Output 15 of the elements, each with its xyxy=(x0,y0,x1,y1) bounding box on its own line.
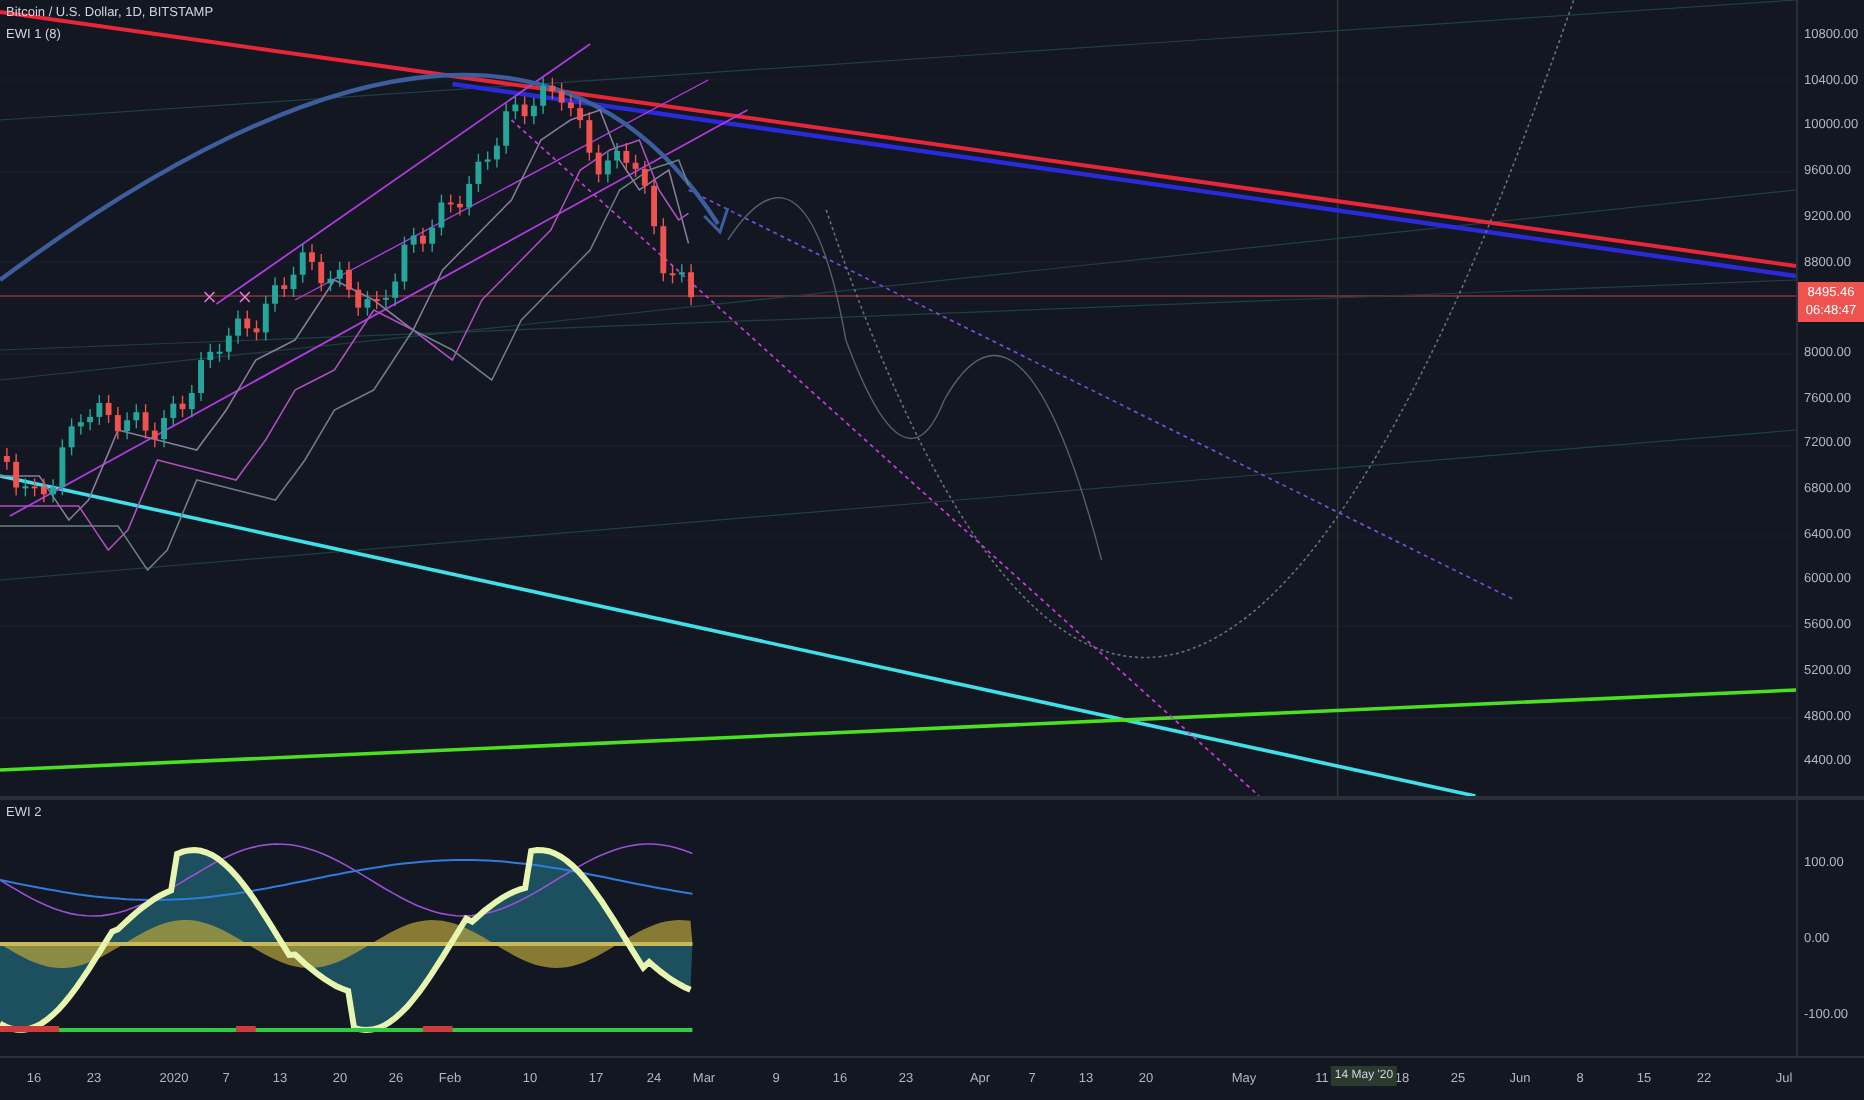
candle xyxy=(688,263,694,306)
signal-marker xyxy=(236,1026,256,1032)
candle xyxy=(383,289,389,309)
cross-marker xyxy=(239,291,251,303)
candle xyxy=(3,447,10,471)
candle xyxy=(161,409,167,448)
cross-marker xyxy=(203,291,216,303)
candle xyxy=(420,226,426,253)
candle xyxy=(309,243,315,271)
candle xyxy=(235,309,241,345)
candle xyxy=(272,276,278,313)
signal-marker xyxy=(422,1026,453,1032)
signal-marker xyxy=(0,1026,59,1032)
candle xyxy=(346,261,352,299)
candle xyxy=(198,351,204,402)
